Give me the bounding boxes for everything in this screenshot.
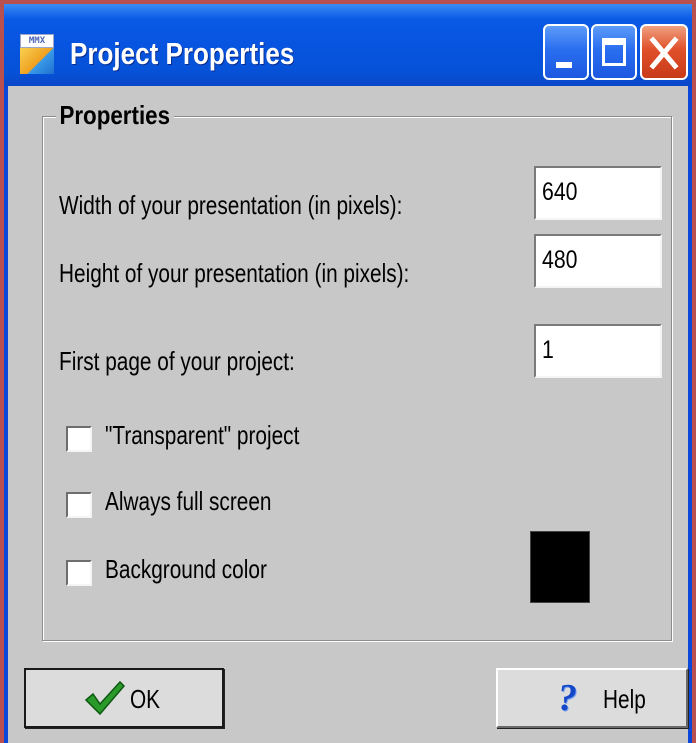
help-button[interactable]: ? Help (496, 668, 688, 728)
background-color-swatch[interactable] (530, 531, 590, 603)
background-color-label: Background color (105, 554, 267, 584)
app-icon-label: MMX (20, 34, 54, 48)
title-bar[interactable]: MMX Project Properties (4, 4, 692, 86)
ok-button[interactable]: OK (24, 668, 224, 728)
maximize-button[interactable] (591, 24, 637, 80)
minimize-icon (556, 62, 572, 68)
transparent-label: "Transparent" project (105, 420, 300, 450)
app-icon: MMX (20, 34, 54, 74)
height-input[interactable]: 480 (534, 234, 662, 288)
fullscreen-checkbox[interactable] (66, 492, 92, 518)
fullscreen-label: Always full screen (105, 486, 272, 516)
width-input[interactable]: 640 (534, 166, 662, 220)
help-button-label: Help (603, 684, 646, 714)
width-label: Width of your presentation (in pixels): (59, 190, 403, 220)
close-button[interactable] (640, 24, 688, 80)
background-color-checkbox[interactable] (66, 560, 92, 586)
dialog-window: MMX Project Properties Properties Width … (4, 4, 692, 743)
window-title: Project Properties (70, 36, 295, 71)
transparent-checkbox[interactable] (66, 426, 92, 452)
question-mark-icon: ? (558, 677, 577, 719)
first-page-label: First page of your project: (59, 346, 295, 376)
ok-button-label: OK (130, 684, 161, 714)
dialog-body: Properties Width of your presentation (i… (8, 86, 688, 743)
minimize-button[interactable] (543, 24, 589, 80)
checkmark-icon (84, 680, 126, 716)
close-icon (649, 36, 679, 70)
height-label: Height of your presentation (in pixels): (59, 258, 410, 288)
properties-group-title: Properties (56, 100, 174, 131)
first-page-input[interactable]: 1 (534, 324, 662, 378)
maximize-icon (602, 38, 626, 66)
